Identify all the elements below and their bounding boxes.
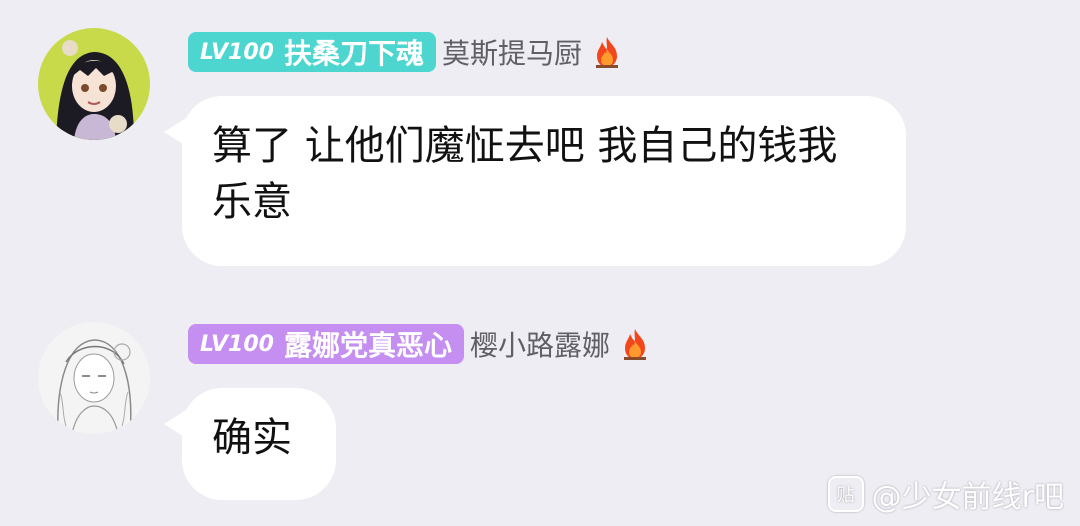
watermark: 贴 @少女前线r吧 (827, 472, 1064, 516)
message-text: 算了 让他们魔怔去吧 我自己的钱我乐意 (212, 123, 838, 225)
tieba-logo-icon: 贴 (827, 476, 864, 512)
message-text: 确实 (212, 415, 292, 461)
avatar[interactable] (38, 322, 150, 434)
watermark-text: @少女前线r吧 (871, 480, 1064, 515)
message-header: LV100 扶桑刀下魂 莫斯提马厨 (188, 32, 622, 72)
title-label: 扶桑刀下魂 (283, 37, 424, 70)
avatar[interactable] (38, 28, 150, 140)
level-label: LV100 (200, 39, 274, 65)
level-title-badge[interactable]: LV100 扶桑刀下魂 (188, 32, 436, 72)
title-label: 露娜党真恶心 (283, 329, 452, 362)
level-label: LV100 (200, 331, 274, 357)
message-bubble[interactable]: 算了 让他们魔怔去吧 我自己的钱我乐意 (164, 96, 906, 266)
message-bubble[interactable]: 确实 (164, 388, 336, 500)
anime-girl-avatar-icon (38, 28, 150, 140)
username[interactable]: 樱小路露娜 (470, 324, 610, 364)
sketch-girl-avatar-icon (38, 322, 150, 434)
fire-icon (623, 329, 646, 360)
fire-icon (595, 37, 618, 68)
message-header: LV100 露娜党真恶心 樱小路露娜 (188, 324, 650, 364)
level-title-badge[interactable]: LV100 露娜党真恶心 (188, 324, 464, 364)
username[interactable]: 莫斯提马厨 (442, 32, 582, 72)
